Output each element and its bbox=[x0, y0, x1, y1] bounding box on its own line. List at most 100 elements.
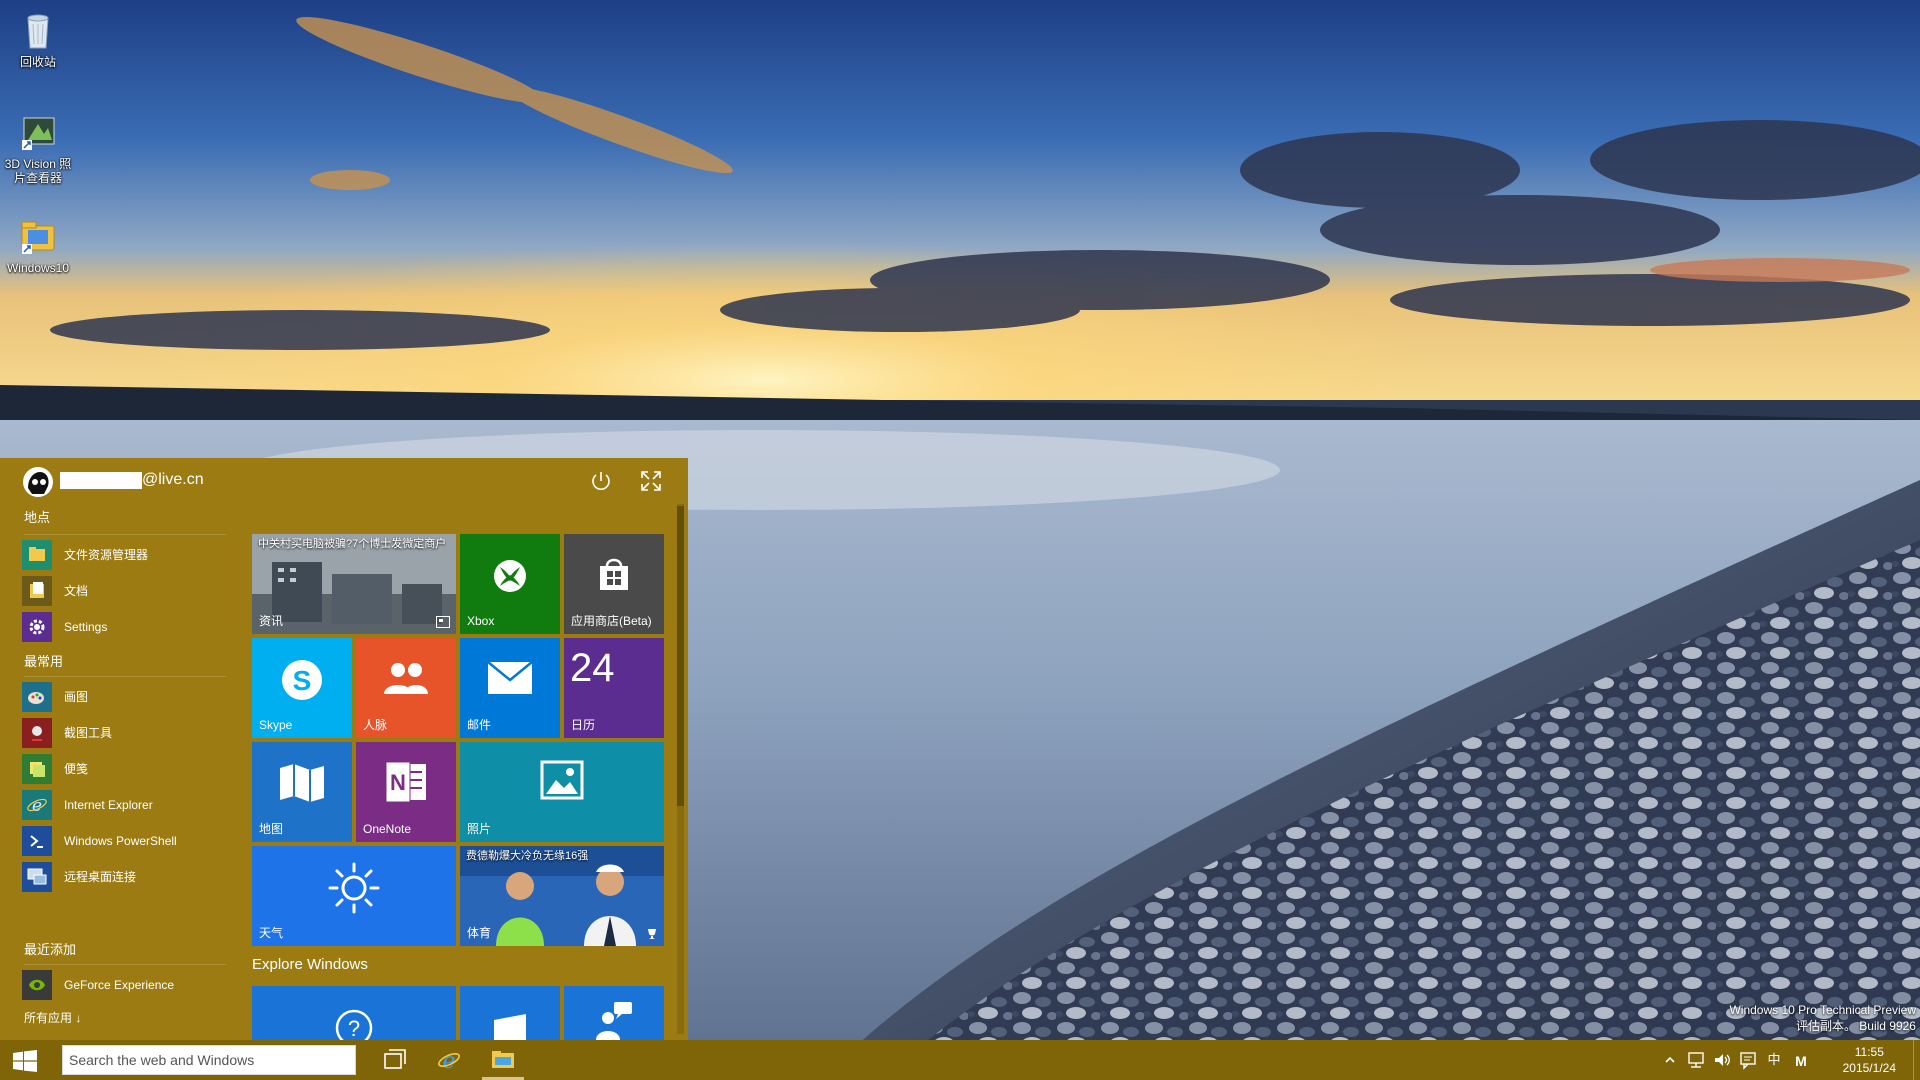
divider bbox=[24, 676, 226, 677]
app-remote-desktop[interactable]: 远程桌面连接 bbox=[22, 860, 232, 894]
task-view-icon bbox=[384, 1049, 406, 1069]
app-label: 画图 bbox=[64, 690, 89, 704]
skype-icon: S bbox=[282, 660, 322, 700]
app-label: 文档 bbox=[64, 584, 89, 598]
geforce-experience-icon bbox=[22, 970, 52, 1000]
documents-icon bbox=[22, 576, 52, 606]
sports-headline: 费德勒爆大冷负无缘16强 bbox=[466, 850, 589, 862]
tile-people[interactable]: 人脉 bbox=[356, 638, 456, 738]
tile-label: 人脉 bbox=[363, 718, 388, 732]
ime-indicator[interactable]: 中 bbox=[1764, 1050, 1784, 1070]
tile-label: 地图 bbox=[259, 822, 284, 836]
tile-photos[interactable]: 照片 bbox=[460, 742, 664, 842]
app-internet-explorer[interactable]: e Internet Explorer bbox=[22, 788, 232, 822]
tile-onenote[interactable]: N OneNote bbox=[356, 742, 456, 842]
app-label: 文件资源管理器 bbox=[64, 548, 149, 562]
tile-skype[interactable]: S Skype bbox=[252, 638, 352, 738]
app-powershell[interactable]: Windows PowerShell bbox=[22, 824, 232, 858]
task-view-button[interactable] bbox=[370, 1040, 420, 1080]
watermark-line: Windows 10 Pro Technical Preview bbox=[1729, 1003, 1916, 1017]
app-geforce-experience[interactable]: GeForce Experience bbox=[22, 968, 232, 1002]
section-title-most-used: 最常用 bbox=[24, 654, 64, 669]
start-button[interactable] bbox=[0, 1040, 50, 1080]
desktop-icon-label: 3D Vision 照 bbox=[4, 157, 72, 171]
snipping-tool-icon bbox=[22, 718, 52, 748]
svg-text:S: S bbox=[293, 665, 312, 696]
build-watermark: Windows 10 Pro Technical Preview 评估副本。 B… bbox=[1729, 1002, 1916, 1034]
desktop-icon-3d-vision[interactable]: 3D Vision 照 片查看器 bbox=[0, 108, 76, 185]
clock[interactable]: 11:55 2015/1/24 bbox=[1843, 1044, 1896, 1076]
news-headline: 中关村买电脑被骗?7个博士发微定商户 bbox=[258, 538, 447, 550]
power-icon[interactable] bbox=[588, 468, 614, 494]
user-name-redacted bbox=[60, 472, 142, 489]
calendar-day: 24 bbox=[570, 646, 615, 690]
tile-label: 资讯 bbox=[259, 614, 284, 628]
clock-time: 11:55 bbox=[1854, 1045, 1884, 1059]
windows-logo-icon bbox=[13, 1050, 37, 1072]
taskbar-internet-explorer[interactable]: e bbox=[424, 1040, 474, 1080]
clock-date: 2015/1/24 bbox=[1842, 1061, 1896, 1075]
start-menu-scrollbar-thumb[interactable] bbox=[677, 506, 684, 806]
tile-weather[interactable]: 天气 bbox=[252, 846, 456, 946]
tile-label: 邮件 bbox=[467, 718, 492, 732]
app-paint[interactable]: 画图 bbox=[22, 680, 232, 714]
tile-label: Skype bbox=[259, 718, 293, 732]
start-menu: @live.cn 地点 文件资源管理器 文档 Settings 最常用 画图 截… bbox=[0, 458, 688, 1040]
taskbar-file-explorer[interactable] bbox=[478, 1040, 528, 1080]
internet-explorer-icon: e bbox=[438, 1049, 460, 1072]
sticky-notes-icon bbox=[22, 754, 52, 784]
divider bbox=[24, 964, 226, 965]
desktop-icon-label: 回收站 bbox=[19, 55, 56, 69]
app-sticky-notes[interactable]: 便笺 bbox=[22, 752, 232, 786]
tile-calendar[interactable]: 24 日历 bbox=[564, 638, 664, 738]
tile-store[interactable]: 应用商店(Beta) bbox=[564, 534, 664, 634]
app-label: GeForce Experience bbox=[64, 978, 175, 992]
search-input[interactable] bbox=[62, 1045, 356, 1075]
svg-text:?: ? bbox=[348, 1016, 360, 1040]
tile-sports[interactable]: 费德勒爆大冷负无缘16强 体育 bbox=[460, 846, 664, 946]
tile-label: 照片 bbox=[467, 822, 492, 836]
folder-shortcut-icon bbox=[21, 221, 55, 254]
gear-icon bbox=[22, 612, 52, 642]
network-icon[interactable] bbox=[1686, 1050, 1706, 1070]
show-desktop-button[interactable] bbox=[1913, 1040, 1920, 1080]
document-icon bbox=[494, 1014, 526, 1040]
tile-xbox[interactable]: Xbox bbox=[460, 534, 560, 634]
desktop-icon-recycle-bin[interactable]: 回收站 bbox=[0, 6, 76, 69]
start-menu-header: @live.cn bbox=[0, 458, 688, 504]
desktop-icon-label: 片查看器 bbox=[13, 171, 62, 185]
tile-label: 体育 bbox=[467, 926, 492, 940]
app-settings[interactable]: Settings bbox=[22, 610, 232, 644]
app-snipping-tool[interactable]: 截图工具 bbox=[22, 716, 232, 750]
3d-vision-photo-viewer-icon bbox=[22, 117, 55, 150]
tile-windows-feedback[interactable] bbox=[564, 986, 664, 1040]
app-label: Internet Explorer bbox=[64, 798, 153, 812]
ime-mode-indicator[interactable]: M bbox=[1790, 1050, 1812, 1072]
app-label: 截图工具 bbox=[64, 726, 113, 740]
tile-label: 应用商店(Beta) bbox=[571, 614, 652, 628]
all-apps-link[interactable]: 所有应用 ↓ bbox=[24, 1010, 81, 1026]
tile-get-started[interactable]: ? bbox=[252, 986, 456, 1040]
user-email[interactable]: @live.cn bbox=[142, 470, 204, 490]
tile-windows-feedback-docs[interactable] bbox=[460, 986, 560, 1040]
photos-icon bbox=[540, 760, 584, 800]
chevron-up-icon[interactable] bbox=[1660, 1050, 1680, 1070]
user-avatar[interactable] bbox=[22, 466, 54, 498]
mail-icon bbox=[487, 661, 533, 694]
app-documents[interactable]: 文档 bbox=[22, 574, 232, 608]
tile-news[interactable]: 中关村买电脑被骗?7个博士发微定商户 资讯 bbox=[252, 534, 456, 634]
tile-maps[interactable]: 地图 bbox=[252, 742, 352, 842]
paint-icon bbox=[22, 682, 52, 712]
feedback-person-icon bbox=[596, 1002, 632, 1040]
section-title-recently-added: 最近添加 bbox=[24, 942, 77, 957]
section-title-places: 地点 bbox=[24, 510, 51, 525]
trophy-icon bbox=[648, 929, 656, 939]
watermark-line: 评估副本。 Build 9926 bbox=[1795, 1019, 1916, 1033]
app-label: Windows PowerShell bbox=[64, 834, 177, 848]
app-file-explorer[interactable]: 文件资源管理器 bbox=[22, 538, 232, 572]
action-center-icon[interactable] bbox=[1738, 1050, 1758, 1070]
tile-mail[interactable]: 邮件 bbox=[460, 638, 560, 738]
desktop-icon-windows10[interactable]: Windows10 bbox=[0, 212, 76, 275]
volume-icon[interactable] bbox=[1712, 1050, 1732, 1070]
expand-icon[interactable] bbox=[638, 468, 664, 494]
